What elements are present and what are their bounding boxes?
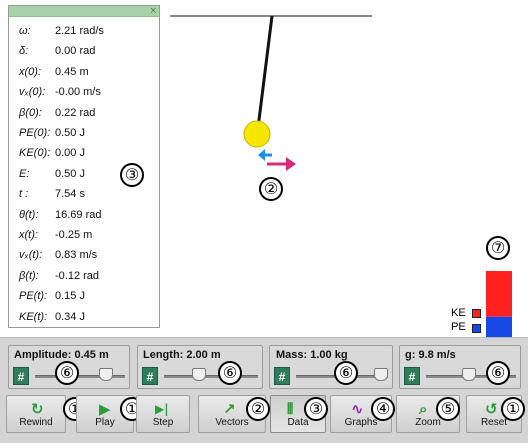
mass-hash-button[interactable]: #: [274, 367, 290, 385]
gravity-slider[interactable]: g: 9.8 m/s # ⑥: [399, 345, 521, 389]
pendulum-bob[interactable]: [243, 120, 271, 148]
reset-callout: ①: [501, 397, 525, 421]
vectors-button-callout: ②: [246, 397, 270, 421]
rewind-icon: ↻: [31, 400, 44, 418]
zoom-callout: ⑤: [436, 397, 460, 421]
ke-legend-label: KE: [451, 307, 466, 319]
length-track[interactable]: [164, 375, 258, 378]
graphs-icon: ∿: [351, 400, 364, 418]
step-label: Step: [152, 417, 174, 428]
length-hash-button[interactable]: #: [142, 367, 158, 385]
slider-bar: Amplitude: 0.45 m # ⑥ Length: 2.00 m # ⑥…: [0, 337, 528, 391]
data-icon: ⫴: [287, 400, 294, 418]
ke-legend-swatch: [472, 309, 481, 318]
amplitude-hash-button[interactable]: #: [13, 367, 29, 385]
play-icon: ▶: [99, 400, 111, 418]
amplitude-label: Amplitude: 0.45 m: [14, 349, 109, 361]
mass-label: Mass: 1.00 kg: [276, 349, 348, 361]
amplitude-callout: ⑥: [55, 361, 79, 385]
step-button[interactable]: ▶| Step: [136, 395, 190, 433]
gravity-callout: ⑥: [486, 361, 510, 385]
amplitude-thumb[interactable]: [99, 368, 113, 381]
vectors-callout: ②: [259, 177, 283, 201]
zoom-icon: ⌕: [419, 400, 428, 418]
ke-bar: [486, 271, 512, 317]
vectors-icon: ↗: [223, 400, 236, 418]
gravity-label: g: 9.8 m/s: [405, 349, 456, 361]
length-callout: ⑥: [218, 361, 242, 385]
length-thumb[interactable]: [192, 368, 206, 381]
amplitude-slider[interactable]: Amplitude: 0.45 m # ⑥: [8, 345, 130, 389]
velocity-arrow-icon: [267, 157, 296, 171]
length-slider[interactable]: Length: 2.00 m # ⑥: [137, 345, 263, 389]
pendulum-stage: [170, 15, 512, 337]
energy-callout: ⑦: [486, 236, 510, 260]
toolbar: ↻ Rewind ① ▶ Play ① ▶| Step ↗ Vectors ② …: [0, 391, 528, 443]
gravity-thumb[interactable]: [462, 368, 476, 381]
mass-callout: ⑥: [334, 361, 358, 385]
pendulum-string: [256, 15, 274, 129]
acceleration-arrow-icon: [258, 149, 272, 161]
reset-icon: ↺: [485, 400, 498, 418]
pe-bar: [486, 316, 512, 337]
step-icon: ▶|: [155, 402, 169, 416]
rewind-button[interactable]: ↻ Rewind: [6, 395, 66, 433]
pe-legend-label: PE: [451, 321, 466, 333]
mass-thumb[interactable]: [374, 368, 388, 381]
mass-slider[interactable]: Mass: 1.00 kg # ⑥: [269, 345, 393, 389]
graphs-callout: ④: [371, 397, 395, 421]
gravity-hash-button[interactable]: #: [404, 367, 420, 385]
pe-legend-swatch: [472, 324, 481, 333]
length-label: Length: 2.00 m: [143, 349, 221, 361]
rewind-label: Rewind: [19, 417, 53, 428]
data-button-callout: ③: [304, 397, 328, 421]
